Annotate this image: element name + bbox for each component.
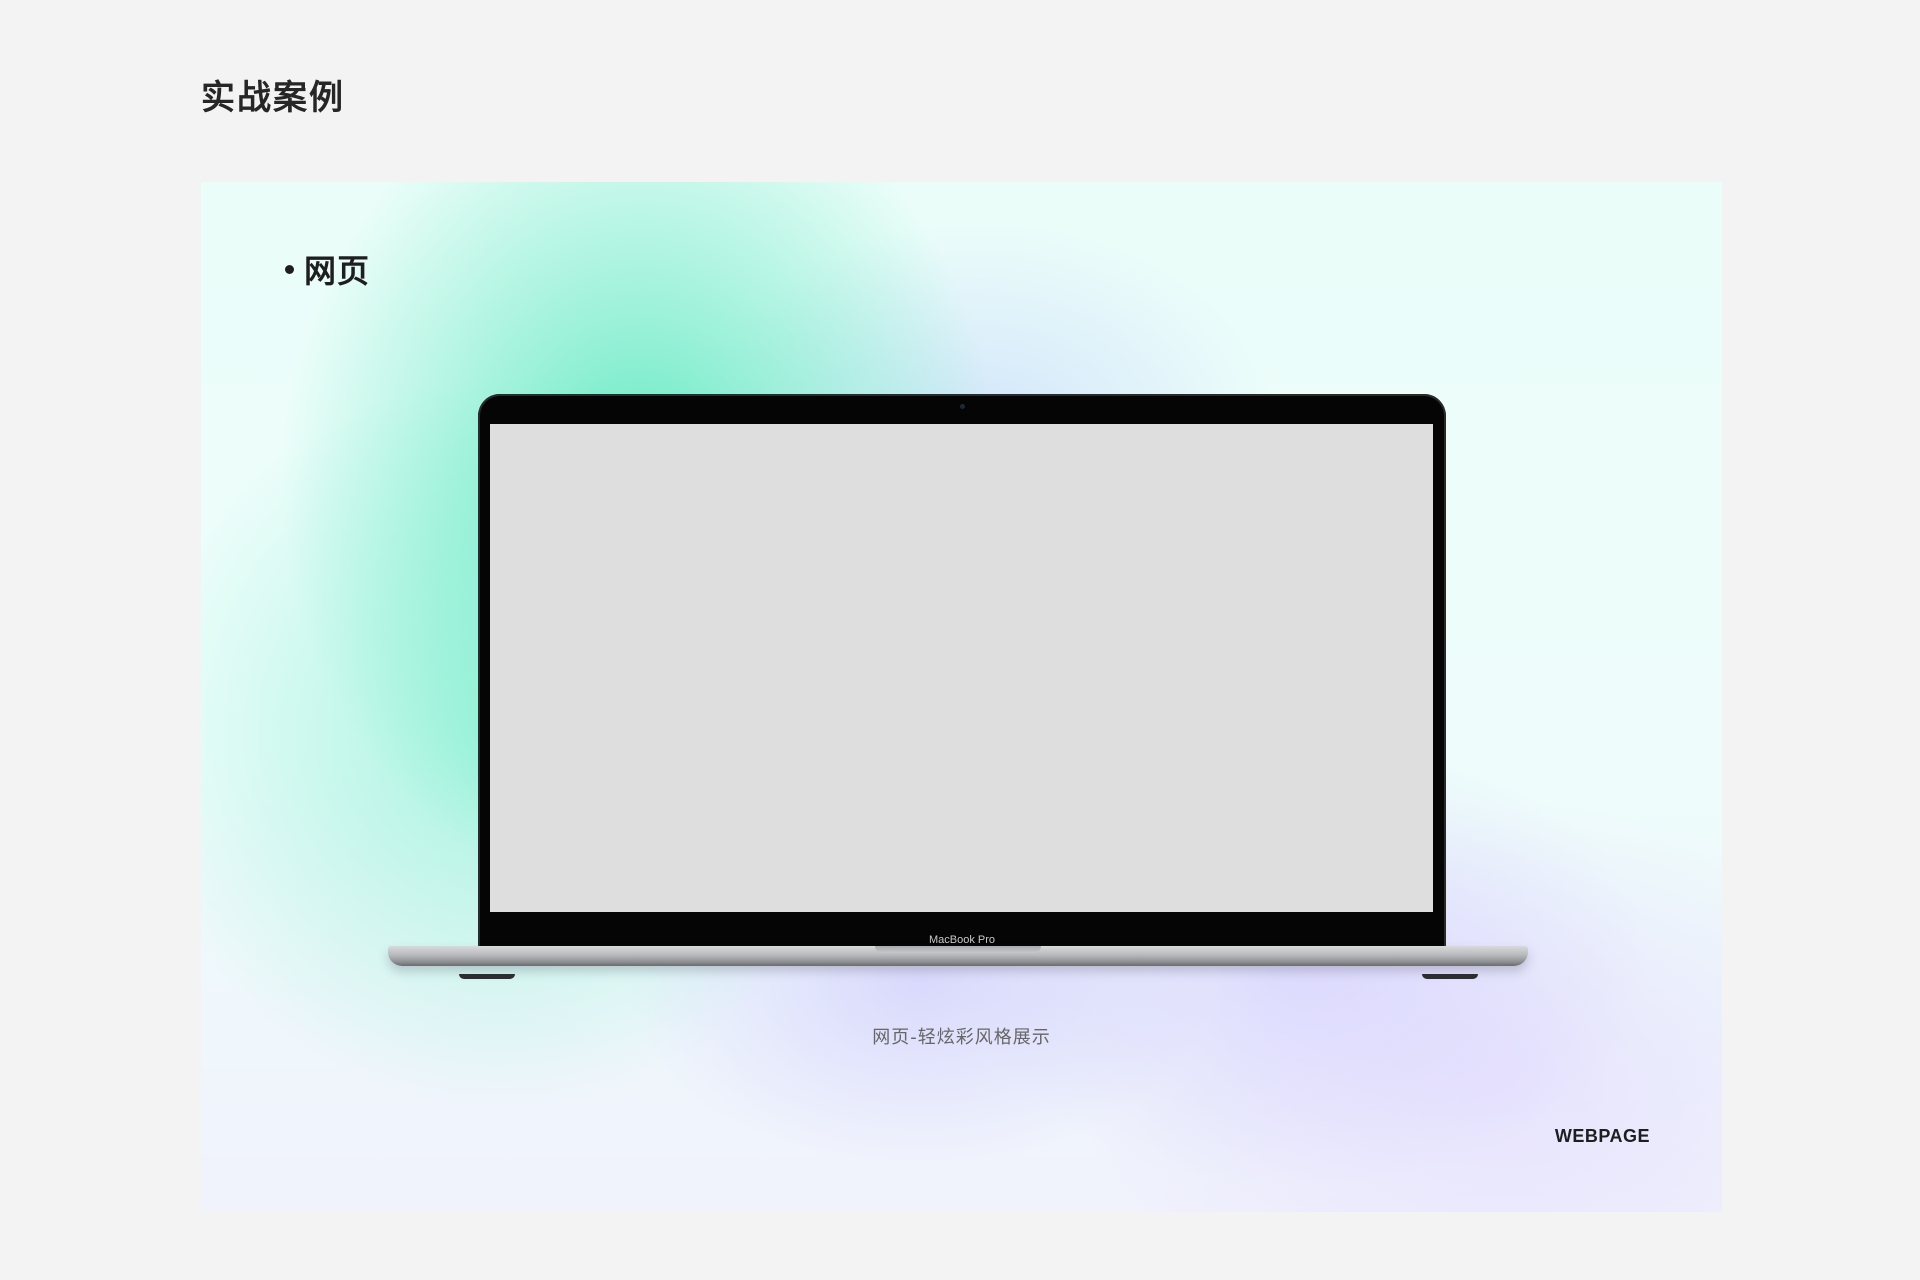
laptop-mockup: MacBook Pro xyxy=(478,394,1446,959)
mockup-caption: 网页-轻炫彩风格展示 xyxy=(872,1027,1051,1048)
section-label: 网页 xyxy=(304,252,371,290)
camera-icon xyxy=(960,404,965,409)
page-title: 实战案例 xyxy=(201,78,345,118)
showcase-card: 网页 MacBook Pro 网页-轻炫彩风格展示 WEBPAGE xyxy=(201,182,1722,1212)
device-brand-label: MacBook Pro xyxy=(928,934,996,946)
bullet-icon xyxy=(285,264,294,274)
section-heading: 网页 xyxy=(285,246,370,292)
laptop-base xyxy=(388,946,1528,966)
trackpad-notch xyxy=(875,946,1041,953)
corner-label: WEBPAGE xyxy=(1554,1126,1650,1146)
laptop-screen xyxy=(490,424,1433,912)
laptop-foot-left xyxy=(459,974,515,979)
laptop-foot-right xyxy=(1422,974,1478,979)
